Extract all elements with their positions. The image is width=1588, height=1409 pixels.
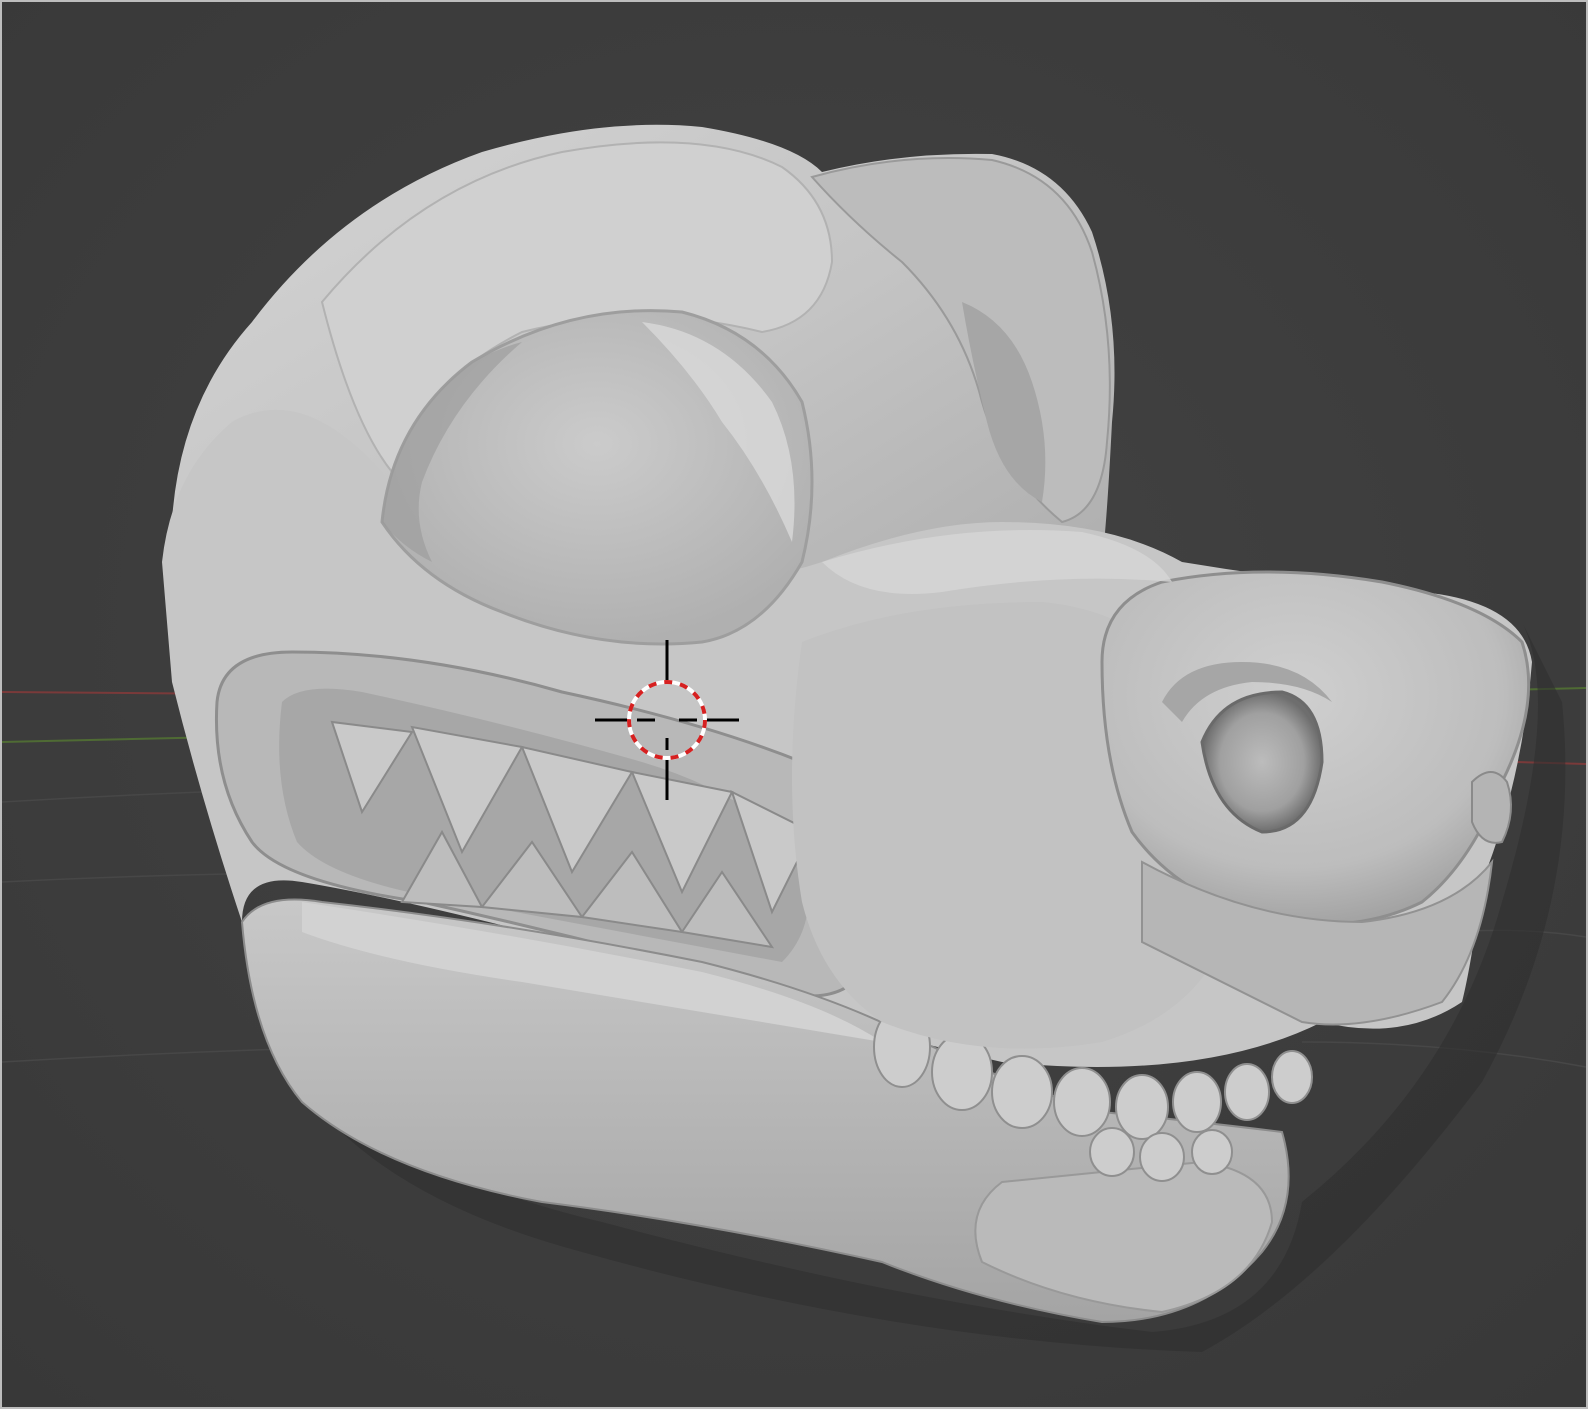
nostril-right <box>1471 771 1512 844</box>
3d-viewport[interactable] <box>2 2 1586 1407</box>
viewport-frame[interactable] <box>0 0 1588 1409</box>
